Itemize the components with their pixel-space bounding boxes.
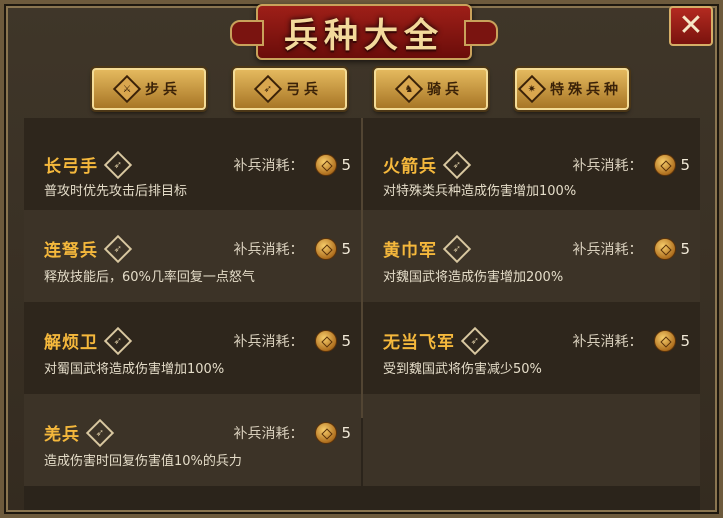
infantry-icon: ⚔ (112, 74, 142, 104)
unit-type-tabs: ⚔ 步兵 ➶ 弓兵 ♞ 骑兵 ✷ 特殊兵种 (92, 68, 632, 112)
cost-value: 5 (680, 332, 690, 350)
unit-name: 羌兵 (44, 425, 80, 445)
cost-value: 5 (680, 240, 690, 258)
bow-type-icon: ➶ (442, 150, 472, 179)
unit-card[interactable]: 连弩兵 ➶ 补兵消耗： 5 释放技能后，60%几率回复一点怒气 (24, 210, 361, 302)
bow-type-icon: ➶ (103, 150, 133, 179)
coin-icon (654, 238, 677, 260)
banner-wing-right (464, 20, 498, 46)
close-icon: ✕ (678, 8, 704, 43)
cost-value: 5 (341, 424, 351, 442)
page-title: 兵种大全 (284, 15, 444, 56)
banner-wing-left (230, 20, 264, 46)
cost-label: 补兵消耗： (233, 426, 304, 442)
cost-label: 补兵消耗： (572, 158, 643, 174)
special-icon: ✷ (517, 74, 547, 104)
bow-type-icon: ➶ (85, 418, 115, 447)
unit-description: 对蜀国武将造成伤害增加100% (44, 362, 225, 377)
tab-special[interactable]: ✷ 特殊兵种 (515, 68, 629, 110)
column-divider (361, 118, 363, 418)
unit-name: 无当飞军 (383, 333, 455, 353)
coin-icon (654, 154, 677, 176)
tab-infantry[interactable]: ⚔ 步兵 (92, 68, 206, 110)
unit-card[interactable]: 火箭兵 ➶ 补兵消耗： 5 对特殊类兵种造成伤害增加100% (363, 118, 700, 210)
cost-value: 5 (680, 156, 690, 174)
unit-description: 造成伤害时回复伤害值10%的兵力 (44, 454, 242, 469)
unit-name: 黄巾军 (383, 241, 437, 261)
coin-icon (315, 422, 338, 444)
unit-description: 对特殊类兵种造成伤害增加100% (383, 184, 577, 199)
cost-value: 5 (341, 332, 351, 350)
unit-card[interactable]: 解烦卫 ➶ 补兵消耗： 5 对蜀国武将造成伤害增加100% (24, 302, 361, 394)
unit-list-panel[interactable]: 长弓手 ➶ 补兵消耗： 5 普攻时优先攻击后排目标 火箭兵 ➶ 补兵消耗： 5 对特殊类… (24, 118, 700, 510)
unit-card[interactable]: 羌兵 ➶ 补兵消耗： 5 造成伤害时回复伤害值10%的兵力 (24, 394, 361, 486)
cost-label: 补兵消耗： (233, 334, 304, 350)
empty-card (363, 394, 700, 486)
unit-description: 普攻时优先攻击后排目标 (44, 184, 188, 199)
bow-type-icon: ➶ (442, 234, 472, 263)
cost-label: 补兵消耗： (572, 242, 643, 258)
bow-type-icon: ➶ (103, 326, 133, 355)
title-banner: 兵种大全 (230, 4, 498, 60)
cost-label: 补兵消耗： (233, 242, 304, 258)
unit-name: 火箭兵 (383, 157, 437, 177)
unit-card[interactable]: 黄巾军 ➶ 补兵消耗： 5 对魏国武将造成伤害增加200% (363, 210, 700, 302)
bow-type-icon: ➶ (460, 326, 490, 355)
unit-name: 解烦卫 (44, 333, 98, 353)
close-button[interactable]: ✕ (669, 6, 713, 46)
unit-description: 对魏国武将造成伤害增加200% (383, 270, 564, 285)
unit-card[interactable]: 无当飞军 ➶ 补兵消耗： 5 受到魏国武将伤害减少50% (363, 302, 700, 394)
coin-icon (315, 238, 338, 260)
bow-icon: ➶ (253, 74, 283, 104)
tab-archer[interactable]: ➶ 弓兵 (233, 68, 347, 110)
coin-icon (654, 330, 677, 352)
coin-icon (315, 154, 338, 176)
tab-label: 骑兵 (427, 82, 463, 98)
unit-name: 连弩兵 (44, 241, 98, 261)
tab-cavalry[interactable]: ♞ 骑兵 (374, 68, 488, 110)
tab-label: 步兵 (145, 82, 181, 98)
coin-icon (315, 330, 338, 352)
unit-name: 长弓手 (44, 157, 98, 177)
bow-type-icon: ➶ (103, 234, 133, 263)
horse-icon: ♞ (394, 74, 424, 104)
unit-description: 释放技能后，60%几率回复一点怒气 (44, 270, 255, 285)
tab-label: 弓兵 (286, 82, 322, 98)
tab-label: 特殊兵种 (550, 82, 622, 98)
unit-description: 受到魏国武将伤害减少50% (383, 362, 542, 377)
cost-value: 5 (341, 240, 351, 258)
cost-value: 5 (341, 156, 351, 174)
cost-label: 补兵消耗： (572, 334, 643, 350)
cost-label: 补兵消耗： (233, 158, 304, 174)
unit-card[interactable]: 长弓手 ➶ 补兵消耗： 5 普攻时优先攻击后排目标 (24, 118, 361, 210)
